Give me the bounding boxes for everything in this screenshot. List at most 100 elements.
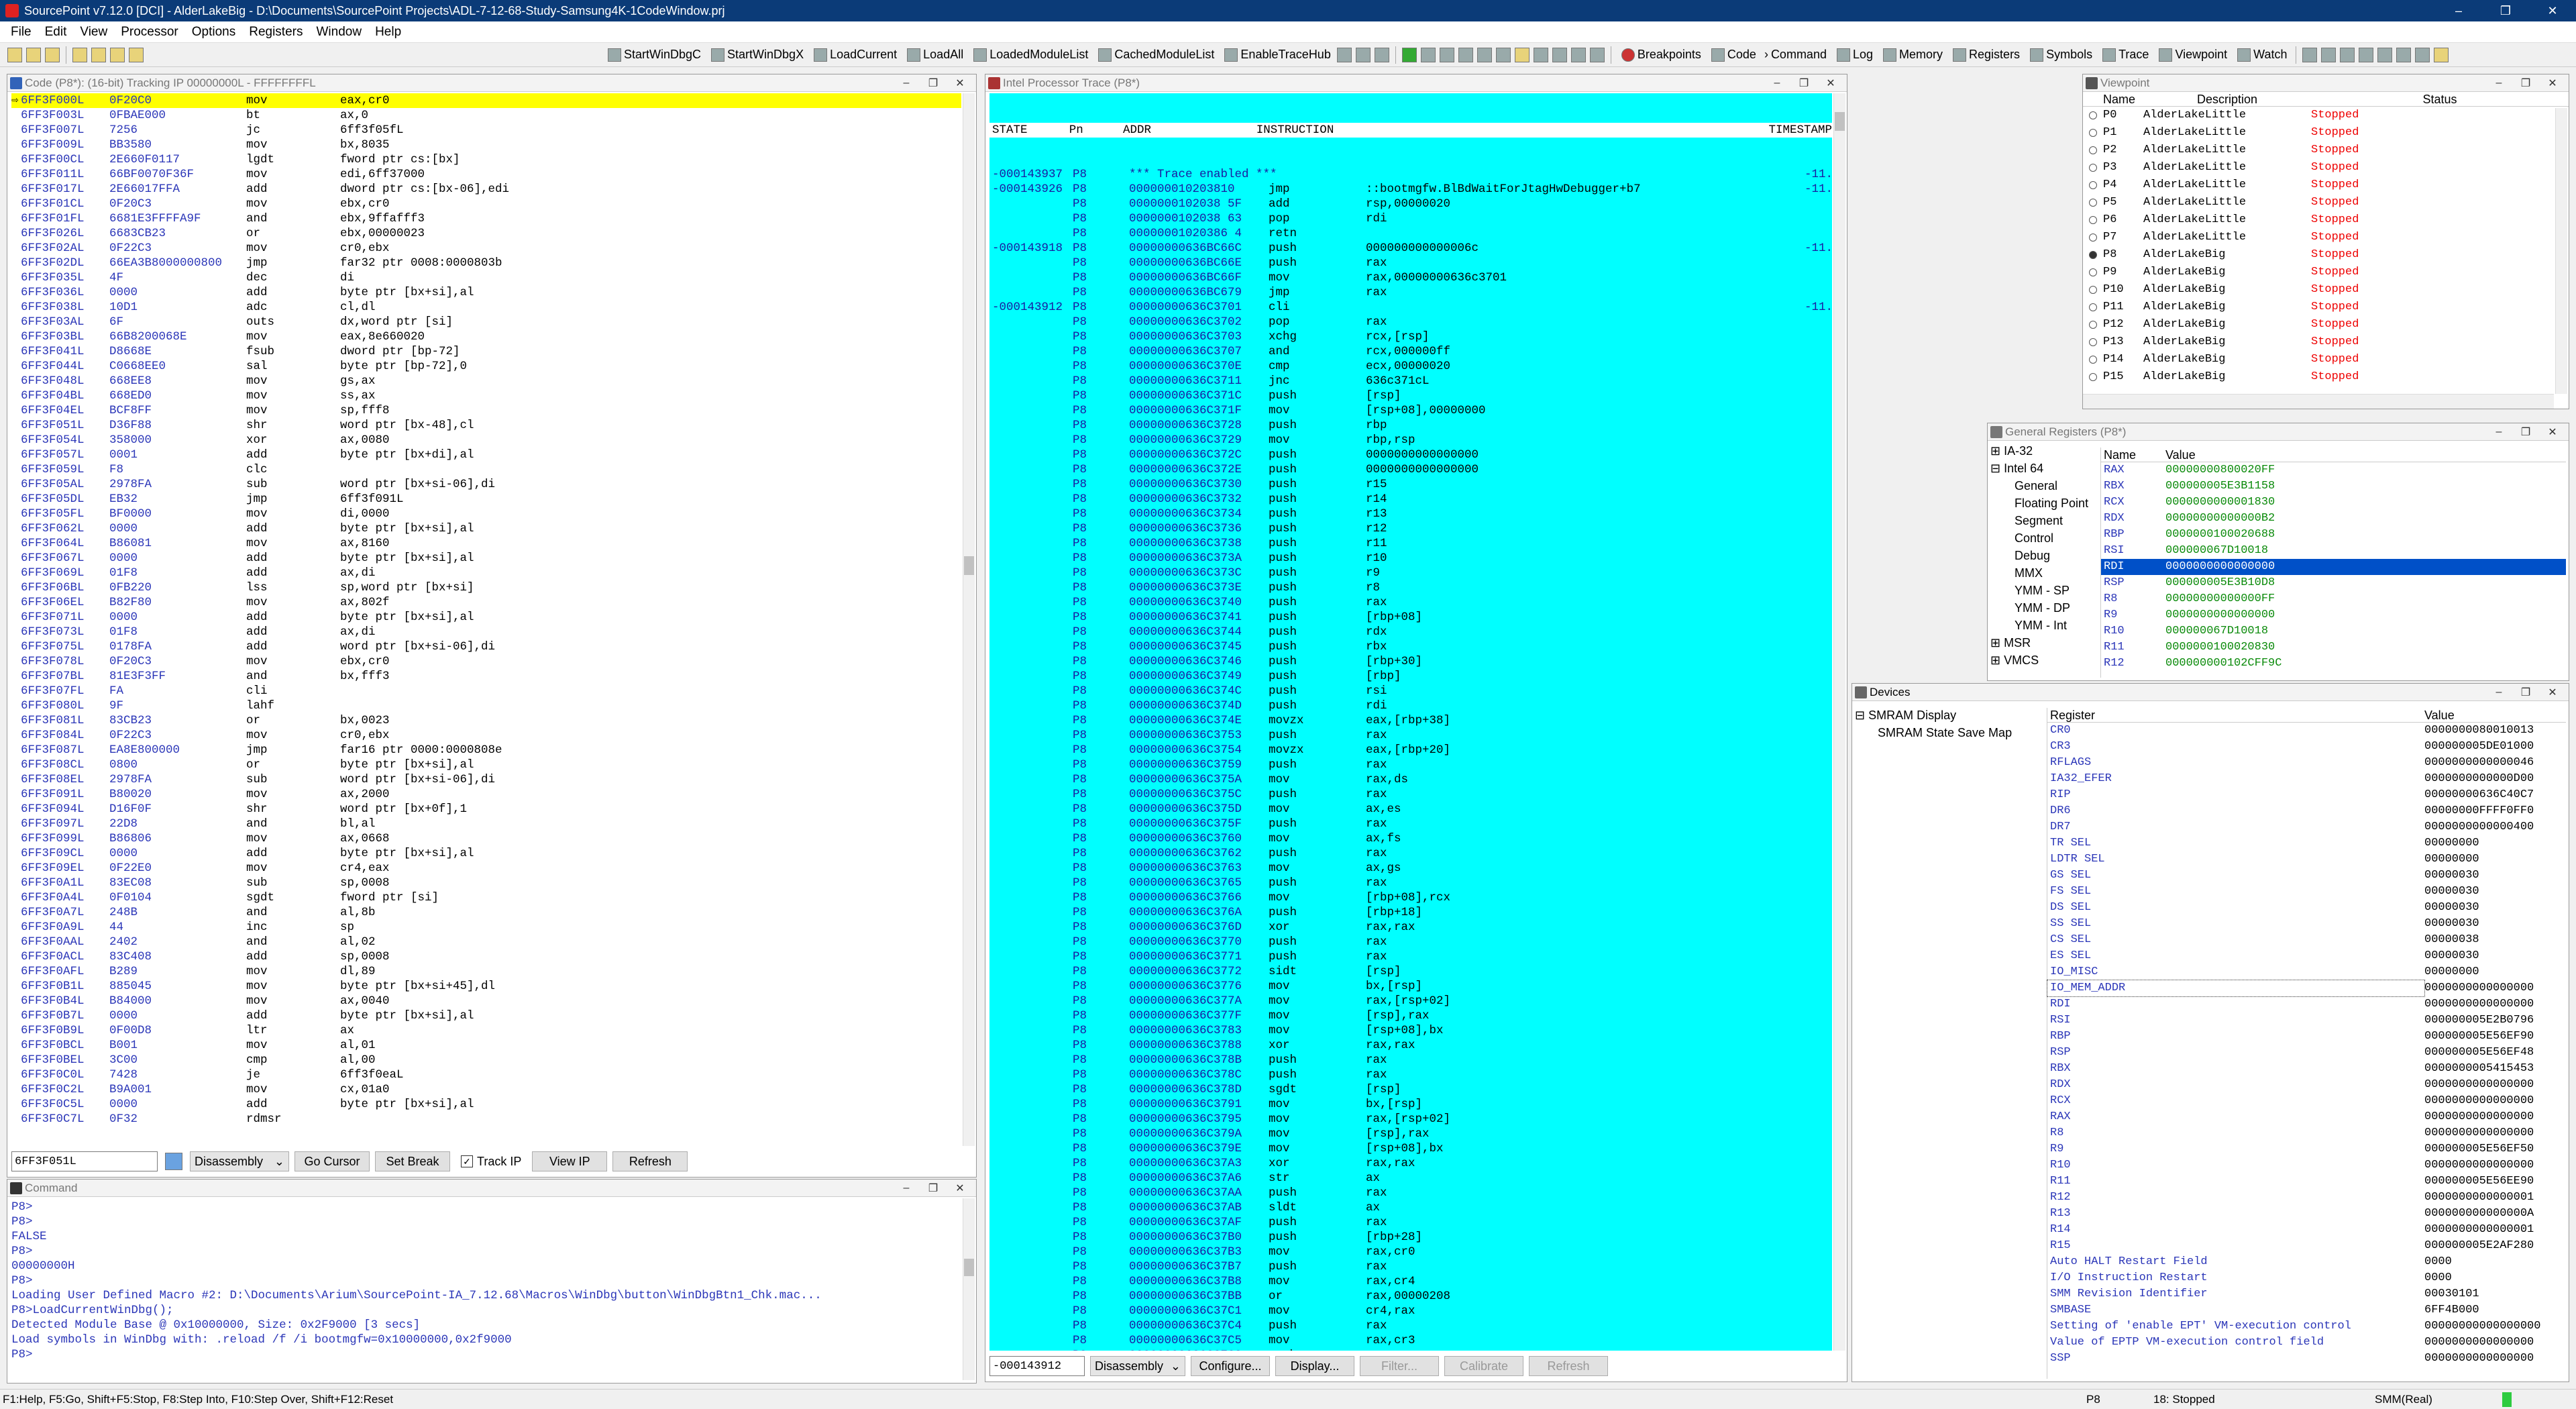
trace-row[interactable]: P8 00000000636BC66E push rax <box>989 256 1832 270</box>
trace-row[interactable]: P8 00000000636C3745 push rbx <box>989 639 1832 654</box>
trace-row[interactable]: P8 00000000636C3766 mov [rbp+08],rcx <box>989 890 1832 905</box>
device-register-row[interactable]: RDX 0000000000000000 <box>2047 1077 2566 1093</box>
trace-row[interactable]: P8 00000000636C3741 push [rbp+08] <box>989 610 1832 625</box>
code-line[interactable]: 6FF3F064L B86081 mov ax,8160 <box>11 536 961 551</box>
code-line[interactable]: 6FF3F0B9L 0F00D8 ltr ax <box>11 1023 961 1038</box>
trace-row[interactable]: P8 00000000636C37B8 mov rax,cr4 <box>989 1274 1832 1289</box>
viewpoint-row[interactable]: P6 AlderLakeLittle Stopped <box>2083 211 2554 229</box>
device-register-row[interactable]: RSP 000000005E56EF48 <box>2047 1045 2566 1061</box>
trace-row[interactable]: P8 00000000636C3765 push rax <box>989 876 1832 890</box>
step-into-icon[interactable] <box>1439 47 1454 62</box>
device-register-row[interactable]: R8 0000000000000000 <box>2047 1125 2566 1141</box>
code-line[interactable]: 6FF3F02DL 66EA3B8000000800 jmp far32 ptr 00… <box>11 256 961 270</box>
command-view-button[interactable]: › Command <box>1764 48 1827 62</box>
trace-row[interactable]: P8 00000000636BC679 jmp rax <box>989 285 1832 300</box>
viewpoint-row[interactable]: P2 AlderLakeLittle Stopped <box>2083 142 2554 159</box>
collapse-minus-icon[interactable]: ⊟ <box>1855 709 1865 722</box>
trace-row[interactable]: P8 00000000636C37C1 mov cr4,rax <box>989 1304 1832 1318</box>
trace-row[interactable]: P8 00000000636C37AF push rax <box>989 1215 1832 1230</box>
code-line[interactable]: 6FF3F0A4L 0F0104 sgdt fword ptr [si] <box>11 890 961 905</box>
trace-row[interactable]: P8 00000000636C3730 push r15 <box>989 477 1832 492</box>
radio-button[interactable] <box>2083 194 2103 211</box>
column-header[interactable]: Register <box>2047 708 2424 722</box>
view-ip-button[interactable]: View IP <box>532 1151 608 1171</box>
code-line[interactable]: 6FF3F07BL 81E3F3FF and bx,fff3 <box>11 669 961 684</box>
refresh-button[interactable]: Refresh <box>1529 1356 1608 1376</box>
minimize-button[interactable]: – <box>893 1181 920 1196</box>
code-line[interactable]: 6FF3F026L 6683CB23 or ebx,00000023 <box>11 226 961 241</box>
viewpoint-row[interactable]: P7 AlderLakeLittle Stopped <box>2083 229 2554 246</box>
trace-row[interactable]: P8 00000000636C3729 mov rbp,rsp <box>989 433 1832 448</box>
start-windbgc-button[interactable]: StartWinDbgC <box>606 48 701 62</box>
close-button[interactable]: ✕ <box>2529 0 2576 21</box>
trace-scrollbar[interactable] <box>1833 93 1845 1351</box>
trace-row[interactable]: P8 00000000636C373E push r8 <box>989 580 1832 595</box>
viewpoint-row[interactable]: P11 AlderLakeBig Stopped <box>2083 299 2554 316</box>
column-header[interactable]: ADDR <box>1123 123 1256 138</box>
viewpoint-row[interactable]: P3 AlderLakeLittle Stopped <box>2083 159 2554 176</box>
device-register-row[interactable]: DR6 00000000FFFF0FF0 <box>2047 803 2566 819</box>
register-row[interactable]: RCX 0000000000001830 <box>2101 494 2566 511</box>
code-line[interactable]: 6FF3F05AL 2978FA sub word ptr [bx+si-06],di <box>11 477 961 492</box>
trace-row[interactable]: P8 00000000636BC66F mov rax,00000000636c370… <box>989 270 1832 285</box>
radio-button[interactable] <box>2083 264 2103 281</box>
trace-row[interactable]: P8 00000000636C379A mov [rsp],rax <box>989 1127 1832 1141</box>
device-register-row[interactable]: FS SEL 00000030 <box>2047 884 2566 900</box>
trace-row[interactable]: P8 00000000636C374C push rsi <box>989 684 1832 698</box>
code-line[interactable]: 6FF3F080L 9F lahf <box>11 698 961 713</box>
device-register-row[interactable]: R12 0000000000000001 <box>2047 1190 2566 1206</box>
tree-item-smram-state-save-map[interactable]: SMRAM State Save Map <box>1855 724 2044 741</box>
code-line[interactable]: 6FF3F04BL 668ED0 mov ss,ax <box>11 388 961 403</box>
trace-row[interactable]: P8 00000000636C3771 push rax <box>989 949 1832 964</box>
registers-view-button[interactable]: Registers <box>1951 48 2020 62</box>
trace-row[interactable]: P8 00000000636C3772 sidt [rsp] <box>989 964 1832 979</box>
code-line[interactable]: 6FF3F099L B86806 mov ax,0668 <box>11 831 961 846</box>
load-all-button[interactable]: LoadAll <box>905 48 963 62</box>
trace-row[interactable]: P8 00000000636C3762 push rax <box>989 846 1832 861</box>
trace-row[interactable]: P8 00000000636C37B0 push [rbp+28] <box>989 1230 1832 1245</box>
device-register-row[interactable]: RDI 0000000000000000 <box>2047 996 2566 1012</box>
cached-module-list-button[interactable]: CachedModuleList <box>1096 48 1214 62</box>
collapse-minus-icon[interactable]: ⊟ <box>1990 462 2000 475</box>
trace-row[interactable]: P8 00000000636C3795 mov rax,[rsp+02] <box>989 1112 1832 1127</box>
viewpoint-view-button[interactable]: Viewpoint <box>2157 48 2227 62</box>
trace-row[interactable]: P8 00000000636C3702 pop rax <box>989 315 1832 329</box>
trace-row[interactable]: P8 00000000636C374D push rdi <box>989 698 1832 713</box>
disassembly-list[interactable]: ⇨ 6FF3F000L 0F20C0 mov eax,cr0 6FF3F003L 0FBAE… <box>11 93 961 1146</box>
code-view-button[interactable]: Code <box>1709 48 1756 62</box>
tree-item-smram-display[interactable]: ⊟ SMRAM Display <box>1855 707 2044 724</box>
device-register-row[interactable]: DS SEL 00000030 <box>2047 900 2566 916</box>
code-line[interactable]: 6FF3F04EL BCF8FF mov sp,fff8 <box>11 403 961 418</box>
calibrate-button[interactable]: Calibrate <box>1444 1356 1523 1376</box>
code-line[interactable]: 6FF3F0B1L 885045 mov byte ptr [bx+si+45],dl <box>11 979 961 994</box>
code-line[interactable]: 6FF3F057L 0001 add byte ptr [bx+di],al <box>11 448 961 462</box>
trace-row[interactable]: P8 00000000636C37C5 mov rax,cr3 <box>989 1333 1832 1348</box>
viewpoint-row[interactable]: P8 AlderLakeBig Stopped <box>2083 246 2554 264</box>
column-header[interactable]: Value <box>2424 708 2566 722</box>
viewpoint-scrollbar[interactable] <box>2555 108 2567 394</box>
minimize-button[interactable]: – <box>2485 425 2512 439</box>
column-header[interactable]: Value <box>2165 448 2566 462</box>
tree-item-floating-point[interactable]: Floating Point <box>1990 494 2098 512</box>
code-line[interactable]: 6FF3F0BEL 3C00 cmp al,00 <box>11 1053 961 1067</box>
go-cursor-button[interactable]: Go Cursor <box>294 1151 370 1171</box>
register-row[interactable]: RBP 0000000100020688 <box>2101 527 2566 543</box>
device-register-row[interactable]: IO_MEM_ADDR 0000000000000000 <box>2047 980 2566 997</box>
window-close-icon[interactable] <box>2377 47 2392 62</box>
load-current-button[interactable]: LoadCurrent <box>812 48 897 62</box>
step-over-icon[interactable] <box>1458 47 1473 62</box>
viewpoint-hscrollbar[interactable] <box>2083 394 2554 409</box>
radio-button[interactable] <box>2083 333 2103 351</box>
trace-row[interactable]: P8 00000000636C3744 push rdx <box>989 625 1832 639</box>
menu-edit[interactable]: Edit <box>38 25 74 40</box>
device-register-row[interactable]: CR3 000000005DE01000 <box>2047 739 2566 755</box>
viewpoint-row[interactable]: P5 AlderLakeLittle Stopped <box>2083 194 2554 211</box>
register-row[interactable]: R11 0000000100020830 <box>2101 639 2566 656</box>
register-row[interactable]: RAX 00000000800020FF <box>2101 462 2566 478</box>
viewpoint-row[interactable]: P4 AlderLakeLittle Stopped <box>2083 176 2554 194</box>
menu-file[interactable]: File <box>4 25 38 40</box>
start-windbgx-button[interactable]: StartWinDbgX <box>709 48 804 62</box>
code-line[interactable]: ⇨ 6FF3F000L 0F20C0 mov eax,cr0 <box>11 93 961 108</box>
code-line[interactable]: 6FF3F03BL 66B8200068E mov eax,8e660020 <box>11 329 961 344</box>
radio-button[interactable] <box>2083 281 2103 299</box>
